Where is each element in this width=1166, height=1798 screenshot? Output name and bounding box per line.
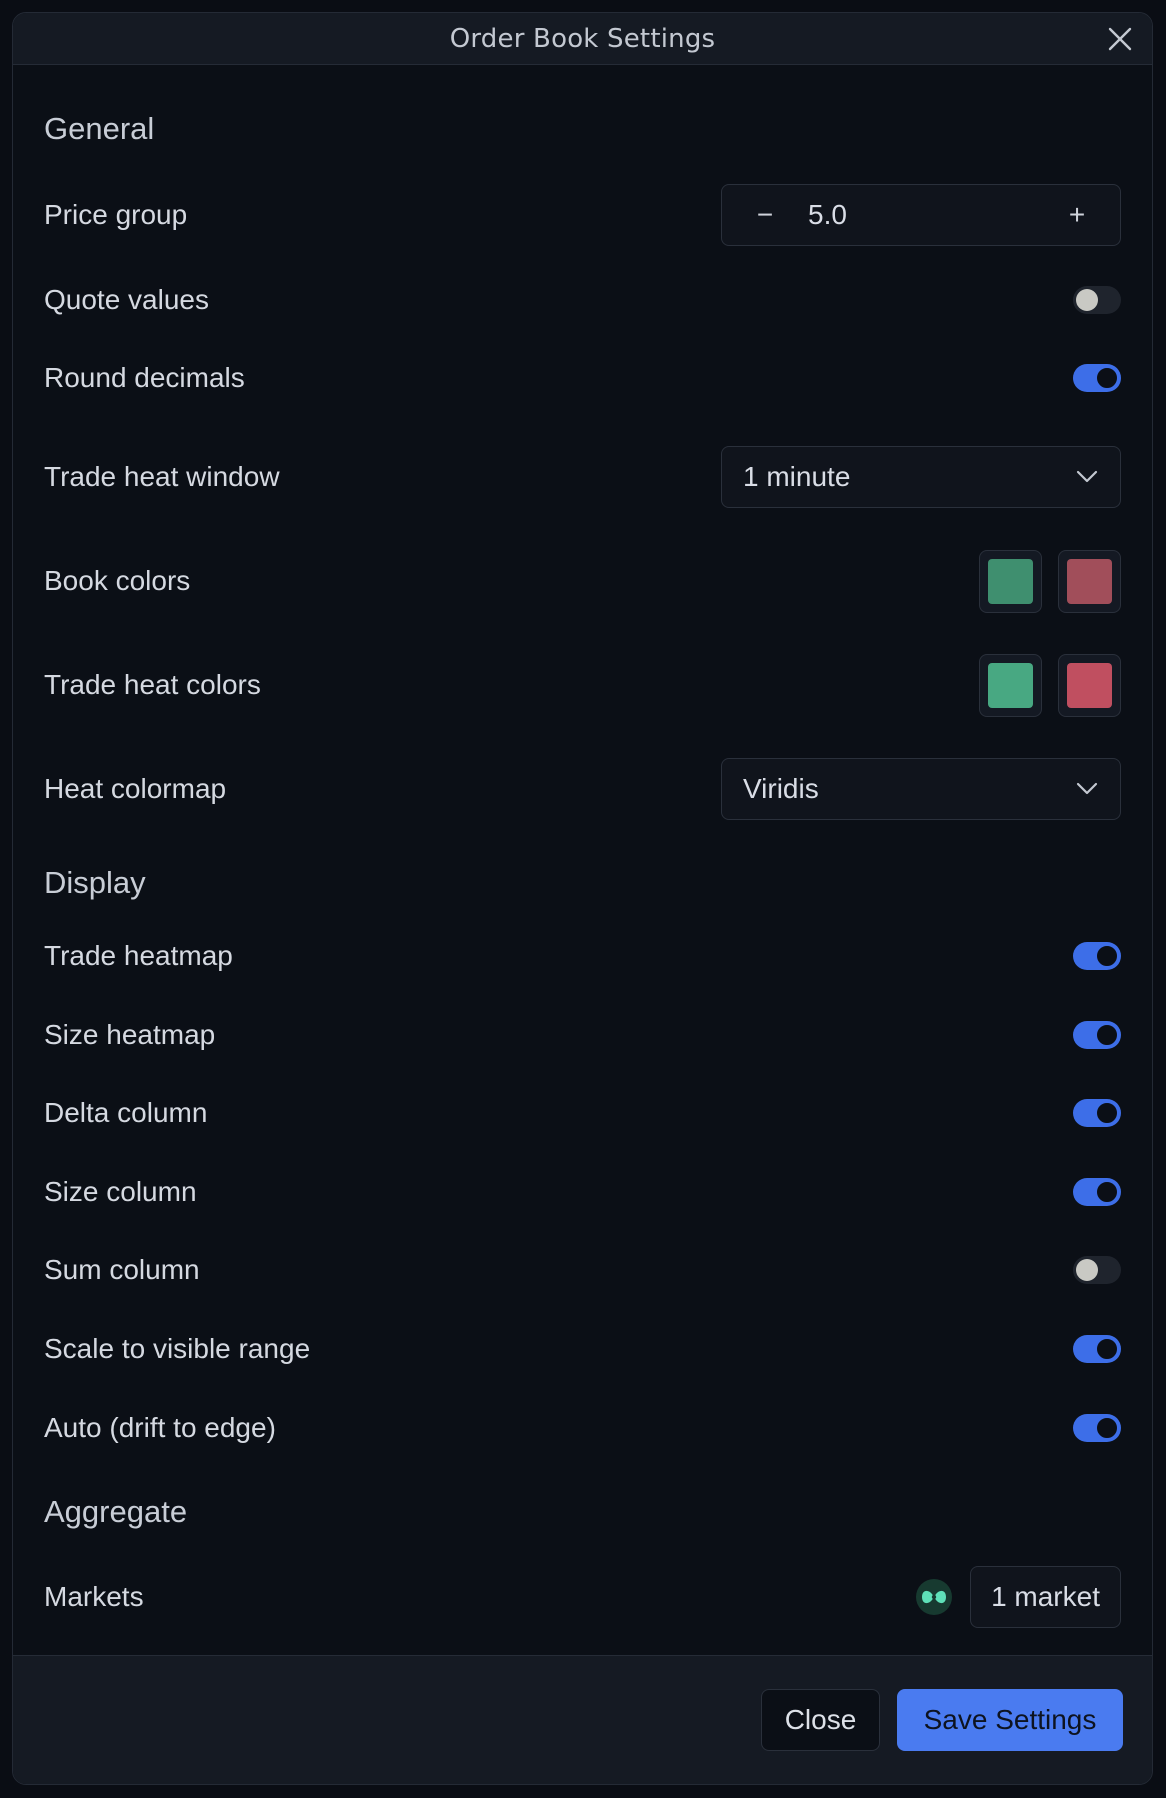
toggle-knob — [1095, 1101, 1119, 1125]
color-swatch — [1067, 662, 1112, 708]
decrement-button[interactable]: − — [722, 185, 808, 245]
size-column-toggle[interactable] — [1073, 1178, 1121, 1206]
row-scale-visible-range: Scale to visible range — [44, 1329, 1121, 1369]
increment-button[interactable]: + — [1034, 185, 1120, 245]
row-auto-drift: Auto (drift to edge) — [44, 1408, 1121, 1448]
sum-column-toggle[interactable] — [1073, 1256, 1121, 1284]
trade-heatmap-label: Trade heatmap — [44, 940, 233, 971]
heat-colormap-value: Viridis — [743, 773, 819, 804]
save-settings-button[interactable]: Save Settings — [897, 1689, 1123, 1751]
scale-visible-range-toggle[interactable] — [1073, 1335, 1121, 1363]
trade-heat-window-select[interactable]: 1 minute — [721, 446, 1121, 508]
trade-heat-colors-label: Trade heat colors — [44, 669, 261, 700]
quote-values-toggle[interactable] — [1073, 286, 1121, 314]
exchange-logo-icon — [916, 1579, 953, 1615]
scale-visible-range-label: Scale to visible range — [44, 1333, 311, 1364]
price-group-stepper: − 5.0 + — [721, 184, 1121, 246]
toggle-knob — [1095, 1416, 1119, 1440]
auto-drift-toggle[interactable] — [1073, 1414, 1121, 1442]
book-bid-color-button[interactable] — [979, 549, 1042, 613]
color-swatch — [988, 662, 1033, 708]
toggle-knob — [1076, 1259, 1098, 1281]
section-display-title: Display — [44, 865, 146, 900]
row-round-decimals: Round decimals — [44, 358, 1121, 398]
book-colors-label: Book colors — [44, 565, 191, 596]
row-heat-colormap: Heat colormap Viridis — [44, 757, 1121, 821]
trade-heatmap-toggle[interactable] — [1073, 942, 1121, 970]
price-group-value[interactable]: 5.0 — [808, 199, 1034, 231]
price-group-label: Price group — [44, 199, 188, 230]
row-delta-column: Delta column — [44, 1093, 1121, 1133]
size-heatmap-toggle[interactable] — [1073, 1021, 1121, 1049]
row-trade-heat-colors: Trade heat colors — [44, 652, 1121, 718]
heat-colormap-select[interactable]: Viridis — [721, 758, 1121, 820]
section-general-title: General — [44, 111, 155, 146]
size-heatmap-label: Size heatmap — [44, 1019, 216, 1050]
close-button[interactable]: Close — [761, 1689, 880, 1751]
chevron-down-icon — [1076, 470, 1098, 483]
round-decimals-toggle[interactable] — [1073, 364, 1121, 392]
trade-heat-colors-swatches — [979, 653, 1121, 717]
round-decimals-label: Round decimals — [44, 362, 245, 393]
toggle-knob — [1076, 289, 1098, 311]
title-bar: Order Book Settings — [13, 13, 1152, 65]
heat-colormap-label: Heat colormap — [44, 773, 227, 804]
close-icon[interactable] — [1106, 25, 1134, 53]
book-colors-swatches — [979, 549, 1121, 613]
row-sum-column: Sum column — [44, 1250, 1121, 1290]
quote-values-label: Quote values — [44, 284, 209, 315]
markets-label: Markets — [44, 1581, 144, 1612]
dialog-title: Order Book Settings — [449, 23, 716, 54]
trade-heat-sell-color-button[interactable] — [1058, 653, 1121, 717]
toggle-knob — [1095, 1023, 1119, 1047]
trade-heat-buy-color-button[interactable] — [979, 653, 1042, 717]
toggle-knob — [1095, 944, 1119, 968]
color-swatch — [988, 558, 1033, 604]
row-trade-heatmap: Trade heatmap — [44, 936, 1121, 976]
auto-drift-label: Auto (drift to edge) — [44, 1412, 276, 1443]
delta-column-label: Delta column — [44, 1097, 208, 1128]
row-size-column: Size column — [44, 1172, 1121, 1212]
sum-column-label: Sum column — [44, 1254, 200, 1285]
trade-heat-window-label: Trade heat window — [44, 461, 280, 492]
chevron-down-icon — [1076, 782, 1098, 795]
row-price-group: Price group − 5.0 + — [44, 183, 1121, 247]
row-markets: Markets 1 market — [44, 1565, 1121, 1629]
row-trade-heat-window: Trade heat window 1 minute — [44, 445, 1121, 509]
toggle-knob — [1095, 1180, 1119, 1204]
markets-select-button[interactable]: 1 market — [970, 1566, 1121, 1628]
toggle-knob — [1095, 1337, 1119, 1361]
settings-dialog: Order Book Settings General Price group … — [12, 12, 1153, 1785]
size-column-label: Size column — [44, 1176, 197, 1207]
row-size-heatmap: Size heatmap — [44, 1015, 1121, 1055]
toggle-knob — [1095, 366, 1119, 390]
color-swatch — [1067, 558, 1112, 604]
delta-column-toggle[interactable] — [1073, 1099, 1121, 1127]
row-quote-values: Quote values — [44, 280, 1121, 320]
section-aggregate-title: Aggregate — [44, 1494, 188, 1529]
trade-heat-window-value: 1 minute — [743, 461, 851, 492]
markets-control: 1 market — [916, 1566, 1121, 1628]
row-book-colors: Book colors — [44, 548, 1121, 614]
dialog-footer: Close Save Settings — [13, 1655, 1152, 1784]
book-ask-color-button[interactable] — [1058, 549, 1121, 613]
